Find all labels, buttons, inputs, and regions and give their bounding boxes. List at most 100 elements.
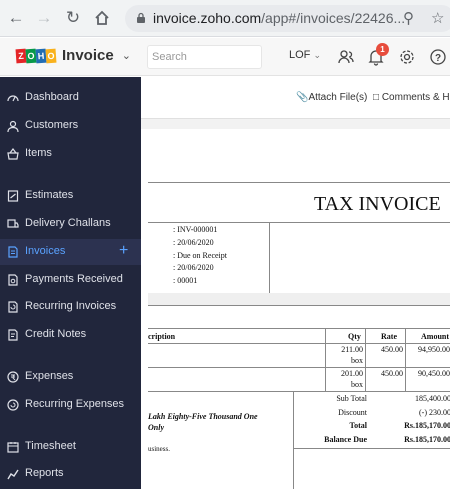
reload-icon[interactable]: ↻ xyxy=(62,7,84,29)
sidebar: Dashboard Customers Items Estimates Deli… xyxy=(0,77,141,489)
credit-note-icon xyxy=(8,329,18,341)
sidebar-item-label: Payments Received xyxy=(25,273,123,285)
address-band xyxy=(148,293,450,305)
org-name: LOF xyxy=(289,49,311,61)
invoice-detail-pane: 📎Attach File(s) □ Comments & Hi TAX INVO… xyxy=(141,77,450,489)
browser-toolbar: ← → ↻ invoice.zoho.com/app#/invoices/224… xyxy=(0,0,450,37)
recurring-expense-icon xyxy=(7,399,19,411)
sidebar-item-estimates[interactable]: Estimates xyxy=(0,183,141,209)
table-row-border xyxy=(148,367,450,368)
divider xyxy=(293,448,450,449)
sidebar-item-delivery-challans[interactable]: Delivery Challans xyxy=(0,211,141,237)
table-border xyxy=(325,328,326,391)
thank-you-note: usiness. xyxy=(148,445,170,453)
sidebar-item-label: Estimates xyxy=(25,189,74,201)
invoice-number: : INV-000001 xyxy=(173,225,218,234)
row-2-unit: box xyxy=(351,380,363,389)
comments-history-button[interactable]: □ Comments & Hi xyxy=(373,92,450,103)
balance-due-value: Rs.185,170.00 xyxy=(404,435,450,444)
basket-icon xyxy=(7,148,19,160)
attach-files-button[interactable]: 📎Attach File(s) xyxy=(296,92,367,103)
sidebar-item-label: Items xyxy=(25,147,52,159)
table-border xyxy=(405,328,406,391)
app-header: ZOHO Invoice ⌄ Search LOF ⌄ 1 ? xyxy=(0,38,450,76)
total-value: Rs.185,170.00 xyxy=(404,421,450,430)
invoice-terms: : Due on Receipt xyxy=(173,251,227,260)
lock-icon xyxy=(137,12,145,23)
address-bar[interactable]: invoice.zoho.com/app#/invoices/22426... … xyxy=(125,5,450,32)
column-amount: Amount xyxy=(421,332,450,341)
expense-icon xyxy=(7,371,19,383)
sidebar-item-recurring-expenses[interactable]: Recurring Expenses xyxy=(0,392,141,418)
discount-label: Discount xyxy=(338,408,367,417)
row-2-rate: 450.00 xyxy=(381,369,403,378)
zoho-logo-icon: ZOHO xyxy=(15,48,57,63)
sidebar-item-payments-received[interactable]: Payments Received xyxy=(0,267,141,293)
sidebar-item-dashboard[interactable]: Dashboard xyxy=(0,85,141,111)
search-input[interactable]: Search xyxy=(147,45,262,69)
sidebar-item-label: Invoices xyxy=(25,245,66,257)
app-logo[interactable]: ZOHO Invoice ⌄ xyxy=(15,47,131,64)
column-rate: Rate xyxy=(381,332,397,341)
sidebar-item-customers[interactable]: Customers xyxy=(0,113,141,139)
invoice-date: : 20/06/2020 xyxy=(173,238,214,247)
invoice-due-date: : 20/06/2020 xyxy=(173,263,214,272)
document-icon xyxy=(8,246,18,258)
comment-icon: □ xyxy=(373,92,380,103)
sidebar-item-label: Expenses xyxy=(25,370,74,382)
sidebar-item-label: Timesheet xyxy=(25,440,76,452)
sidebar-item-credit-notes[interactable]: Credit Notes xyxy=(0,322,141,348)
sidebar-item-items[interactable]: Items xyxy=(0,141,141,167)
user-icon xyxy=(7,120,19,132)
sidebar-item-label: Customers xyxy=(25,119,79,131)
sidebar-item-expenses[interactable]: Expenses xyxy=(0,364,141,390)
sidebar-item-label: Credit Notes xyxy=(25,328,87,340)
home-icon[interactable] xyxy=(91,7,113,29)
url-text: invoice.zoho.com/app#/invoices/22426... xyxy=(153,10,406,26)
reports-icon xyxy=(7,469,19,480)
help-icon[interactable]: ? xyxy=(429,48,447,66)
discount-value: (-) 230.00 xyxy=(419,408,450,417)
gear-icon[interactable] xyxy=(398,48,416,66)
invoice-title: TAX INVOICE xyxy=(314,193,441,215)
sidebar-item-label: Recurring Invoices xyxy=(25,300,117,312)
row-1-qty: 211.00 xyxy=(341,345,363,354)
sidebar-item-label: Reports xyxy=(25,467,64,479)
notification-badge: 1 xyxy=(376,43,389,56)
users-icon[interactable] xyxy=(337,48,355,66)
sidebar-item-recurring-invoices[interactable]: Recurring Invoices xyxy=(0,294,141,320)
attach-label: Attach File(s) xyxy=(308,92,368,103)
divider xyxy=(148,222,450,223)
org-switcher[interactable]: LOF ⌄ xyxy=(289,49,321,61)
add-invoice-button[interactable]: + xyxy=(119,242,128,260)
back-arrow-icon[interactable]: ← xyxy=(5,7,27,29)
sidebar-item-label: Recurring Expenses xyxy=(25,398,125,410)
invoice-reference: : 00001 xyxy=(173,276,198,285)
sidebar-item-label: Dashboard xyxy=(25,91,79,103)
divider xyxy=(293,391,294,489)
divider xyxy=(148,305,450,306)
table-border xyxy=(148,391,450,392)
balance-due-label: Balance Due xyxy=(324,435,367,444)
sidebar-item-reports[interactable]: Reports xyxy=(0,461,141,487)
subtotal-value: 185,400.00 xyxy=(415,394,450,403)
truck-icon xyxy=(7,219,19,228)
amount-in-words: Lakh Eighty-Five Thousand One Only xyxy=(148,412,258,432)
search-icon[interactable]: ⚲ xyxy=(403,9,414,27)
subtotal-label: Sub Total xyxy=(336,394,367,403)
invoice-document: TAX INVOICE : INV-000001 : 20/06/2020 : … xyxy=(141,129,450,489)
row-1-unit: box xyxy=(351,356,363,365)
invoice-toolbar: 📎Attach File(s) □ Comments & Hi xyxy=(141,77,450,119)
recurring-icon xyxy=(8,301,18,313)
row-1-amount: 94,950.00 xyxy=(418,345,450,354)
svg-text:?: ? xyxy=(435,53,441,64)
forward-arrow-icon[interactable]: → xyxy=(33,7,55,29)
sidebar-item-timesheet[interactable]: Timesheet xyxy=(0,434,141,460)
comments-label: Comments & Hi xyxy=(381,92,450,103)
sidebar-item-invoices[interactable]: Invoices + xyxy=(0,239,141,265)
divider xyxy=(269,222,270,293)
row-2-amount: 90,450.00 xyxy=(418,369,450,378)
chevron-down-icon: ⌄ xyxy=(121,50,131,62)
paperclip-icon: 📎 xyxy=(296,92,309,103)
star-icon[interactable]: ☆ xyxy=(431,9,444,27)
